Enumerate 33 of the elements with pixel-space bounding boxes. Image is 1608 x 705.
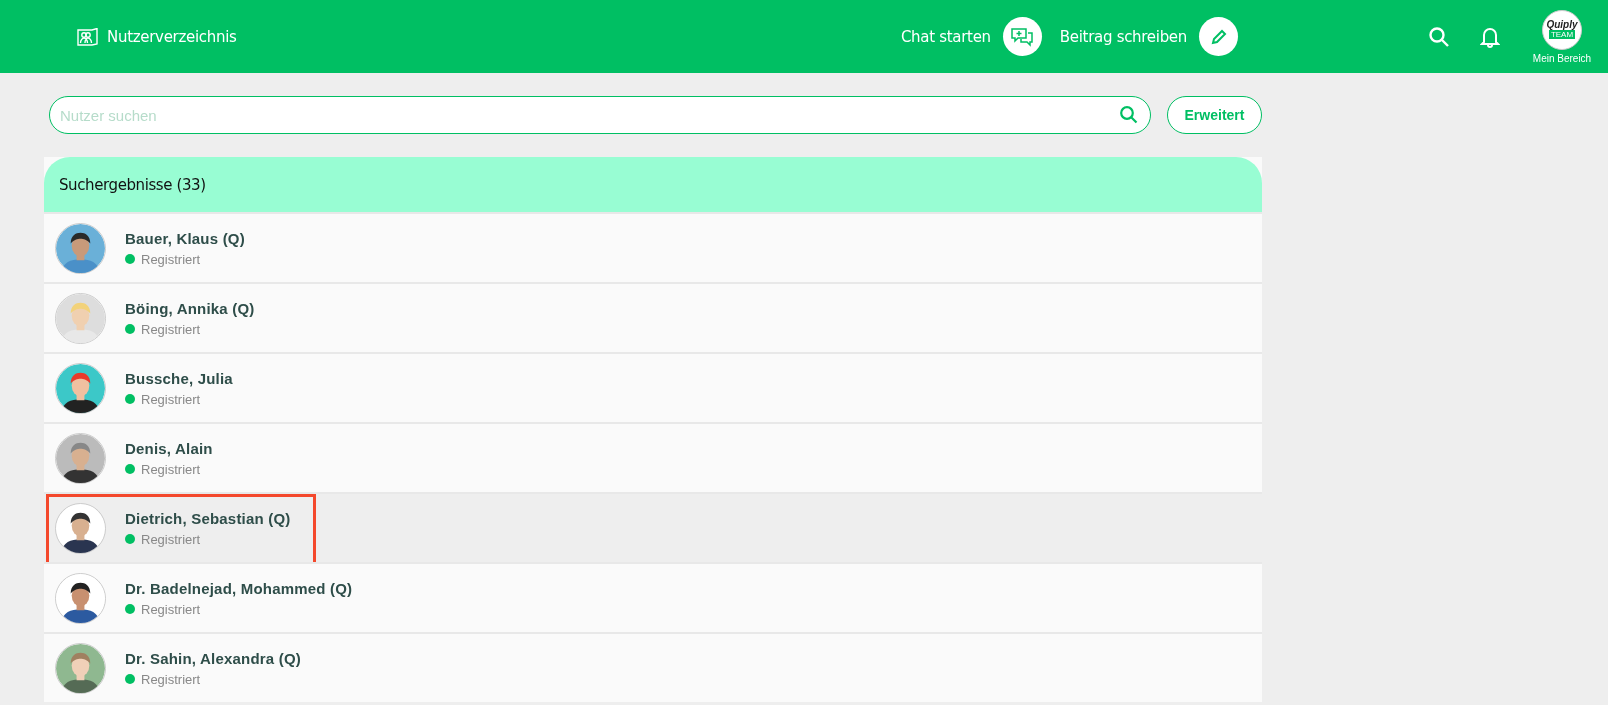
search-field[interactable]: Nutzer suchen — [49, 96, 1151, 134]
chat-plus-icon — [1010, 26, 1035, 47]
status-dot — [125, 534, 135, 544]
user-status: Registriert — [141, 391, 201, 407]
user-status: Registriert — [141, 531, 201, 547]
user-status: Registriert — [141, 251, 201, 267]
user-status: Registriert — [141, 461, 201, 477]
user-name: Dr. Badelnejad, Mohammed (Q) — [125, 579, 353, 597]
user-name: Bauer, Klaus (Q) — [125, 229, 245, 247]
user-row[interactable]: Dietrich, Sebastian (Q) Registriert — [44, 492, 1262, 562]
status-dot — [125, 394, 135, 404]
status-dot — [125, 604, 135, 614]
status-dot — [125, 674, 135, 684]
status-dot — [125, 324, 135, 334]
page-title: Nutzerverzeichnis — [107, 27, 237, 46]
user-name: Dr. Sahin, Alexandra (Q) — [125, 649, 301, 667]
user-name: Denis, Alain — [125, 439, 213, 457]
results-title: Suchergebnisse (33) — [59, 175, 206, 194]
user-name: Dietrich, Sebastian (Q) — [125, 509, 291, 527]
user-name: Böing, Annika (Q) — [125, 299, 255, 317]
bell-icon[interactable] — [1480, 25, 1500, 48]
pencil-icon — [1209, 27, 1228, 46]
account-button[interactable]: Quiply TEAM Mein Bereich — [1524, 9, 1600, 64]
user-status: Registriert — [141, 321, 201, 337]
team-logo: Quiply TEAM — [1542, 9, 1582, 50]
status-dot — [125, 464, 135, 474]
people-book-icon — [77, 27, 99, 46]
user-status: Registriert — [141, 671, 201, 687]
status-dot — [125, 254, 135, 264]
user-name: Bussche, Julia — [125, 369, 233, 387]
search-icon[interactable] — [1119, 105, 1139, 125]
search-icon[interactable] — [1428, 25, 1450, 48]
user-status: Registriert — [141, 601, 201, 617]
